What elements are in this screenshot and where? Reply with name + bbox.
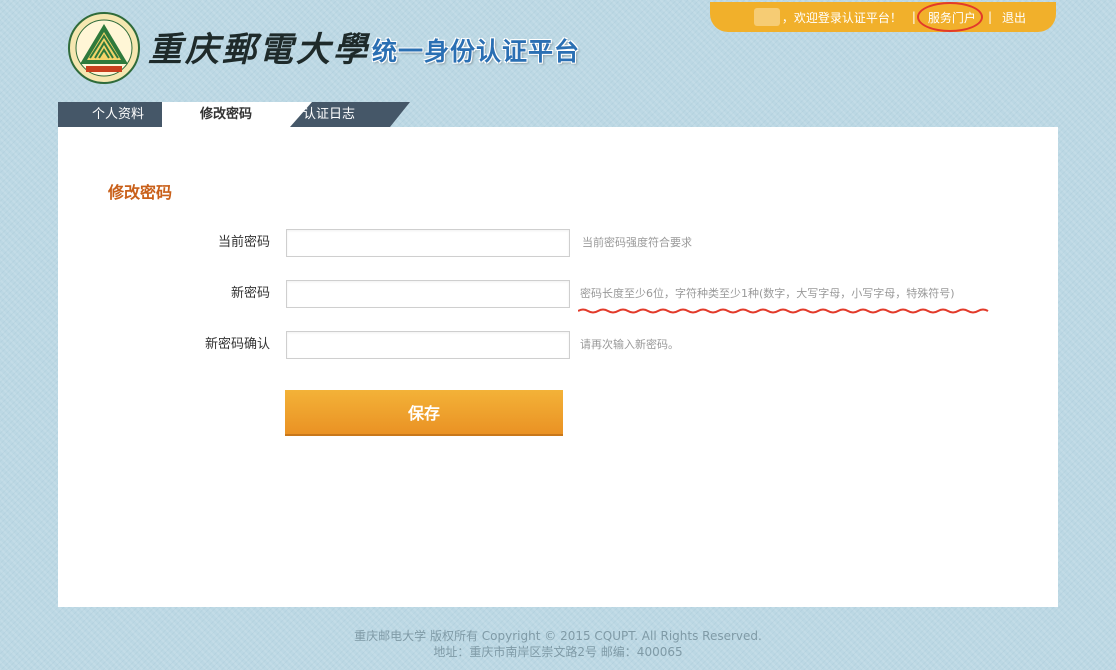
logout-link[interactable]: 退出 — [1002, 9, 1026, 26]
user-topbar: ，欢迎登录认证平台！ | 服务门户 | 退出 — [710, 1, 1056, 32]
section-title: 修改密码 — [108, 183, 173, 202]
current-password-label: 当前密码 — [217, 235, 270, 250]
school-name: 重庆郵電大學 — [148, 30, 370, 70]
welcome-text: ，欢迎登录认证平台！ — [781, 10, 902, 25]
current-password-row: 当前密码 当前密码强度符合要求 — [58, 228, 1058, 258]
tab-label: 修改密码 — [199, 107, 252, 122]
tab-label: 个人资料 — [91, 107, 144, 122]
tab-change-password[interactable]: 修改密码 — [162, 102, 312, 127]
platform-title: 统一身份认证平台 — [372, 37, 581, 66]
footer: 重庆邮电大学 版权所有 Copyright © 2015 CQUPT. All … — [0, 628, 1116, 660]
service-portal-link[interactable]: 服务门户 — [916, 1, 983, 32]
new-password-input[interactable] — [286, 280, 570, 308]
university-seal-icon — [68, 12, 140, 84]
current-password-input[interactable] — [286, 229, 570, 257]
confirm-password-hint: 请再次输入新密码。 — [580, 338, 679, 351]
tab-bar: 个人资料 认证日志 修改密码 — [58, 102, 410, 127]
current-password-hint: 当前密码强度符合要求 — [582, 236, 692, 249]
new-password-hint: 密码长度至少6位，字符种类至少1种(数字，大写字母，小写字母，特殊符号) — [580, 287, 955, 300]
new-password-row: 新密码 密码长度至少6位，字符种类至少1种(数字，大写字母，小写字母，特殊符号) — [58, 279, 1058, 314]
red-underline-annotation — [578, 308, 989, 314]
main-panel: 修改密码 当前密码 当前密码强度符合要求 新密码 密码长度至少6位，字符种类至少… — [58, 127, 1058, 607]
new-password-label: 新密码 — [230, 286, 270, 301]
username-redacted — [753, 8, 780, 26]
confirm-password-label: 新密码确认 — [204, 337, 270, 352]
topbar-separator: | — [987, 10, 992, 24]
footer-copyright: 重庆邮电大学 版权所有 Copyright © 2015 CQUPT. All … — [354, 629, 762, 643]
confirm-password-input[interactable] — [286, 331, 570, 359]
tab-profile[interactable]: 个人资料 — [58, 102, 198, 127]
confirm-password-row: 新密码确认 请再次输入新密码。 — [58, 330, 1058, 360]
save-button[interactable]: 保存 — [285, 390, 563, 436]
footer-address: 地址：重庆市南岸区崇文路2号 邮编：400065 — [433, 645, 683, 659]
topbar-separator: | — [911, 10, 916, 24]
